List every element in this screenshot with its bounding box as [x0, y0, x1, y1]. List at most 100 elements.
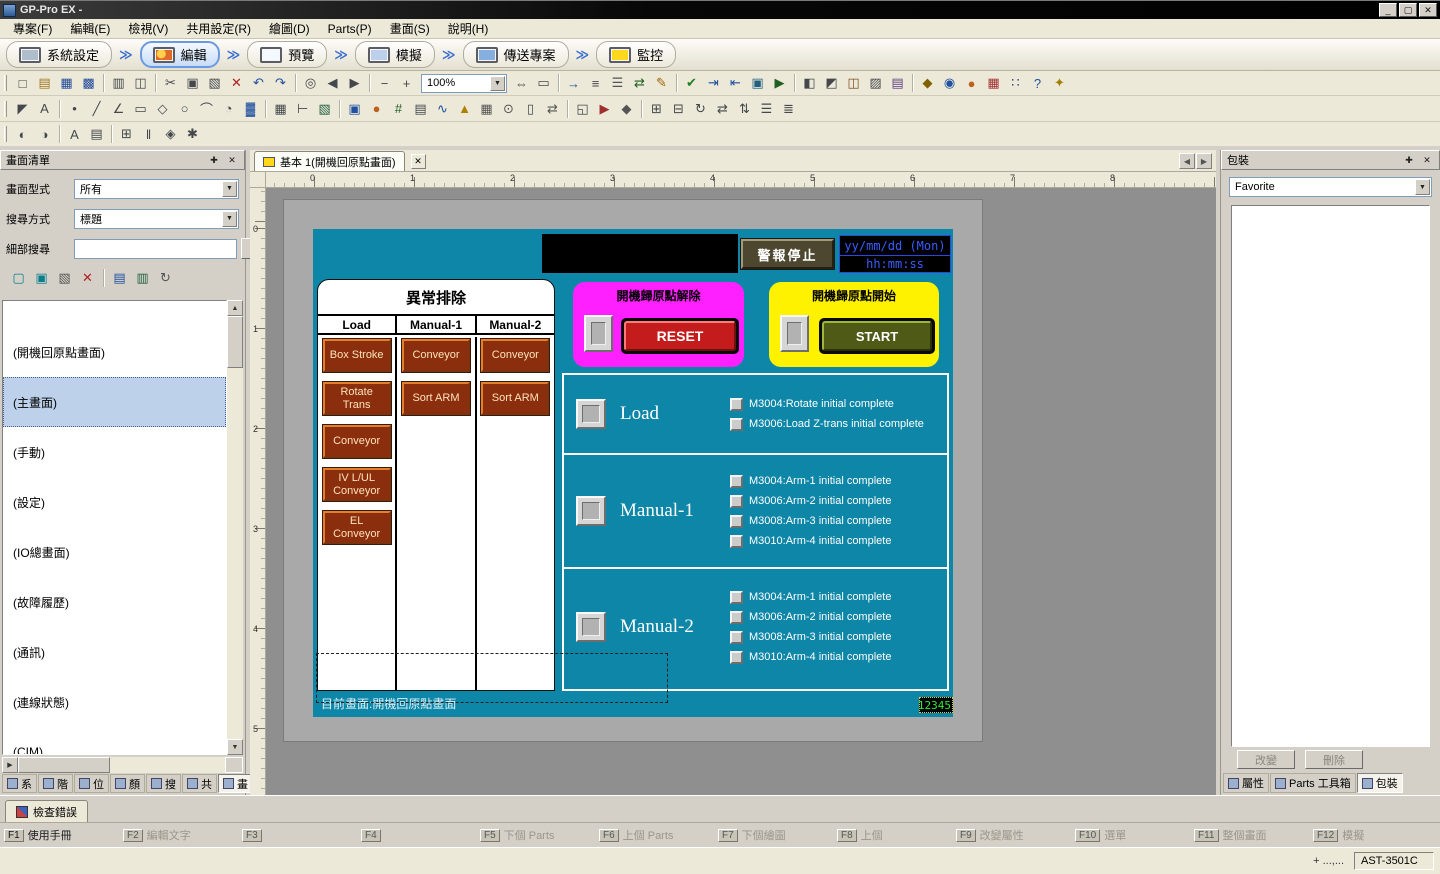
screen-list-item[interactable]: (手動): [3, 427, 226, 477]
select-tool-icon[interactable]: ◤: [12, 98, 33, 119]
fkey-f1[interactable]: F1使用手冊: [4, 827, 123, 843]
copy-screen-icon[interactable]: ▣: [31, 268, 52, 289]
image-tool-icon[interactable]: ▧: [314, 98, 335, 119]
tab-系[interactable]: 系: [2, 774, 37, 793]
tab-屬性[interactable]: 屬性: [1223, 773, 1269, 793]
drawing-canvas[interactable]: 警報停止 yy/mm/dd (Mon) hh:mm:ss 異常排除 LoadMa…: [266, 188, 1216, 795]
screen-preview-icon[interactable]: ▤: [109, 268, 130, 289]
hmi-clear-button[interactable]: Sort ARM: [481, 382, 549, 415]
screen-list-item[interactable]: (CIM): [3, 727, 226, 755]
copy-icon[interactable]: ▣: [182, 73, 203, 94]
hmi-clear-button[interactable]: Sort ARM: [402, 382, 470, 415]
tab-包裝[interactable]: 包裝: [1357, 773, 1403, 793]
close-button[interactable]: ✕: [1419, 3, 1437, 17]
panel-size-grip[interactable]: [225, 757, 243, 773]
screen-list-item[interactable]: (通訊): [3, 627, 226, 677]
search-method-select[interactable]: 標題 ▼: [74, 209, 239, 229]
dropdown-arrow-icon[interactable]: ▼: [222, 211, 237, 227]
flip-vertical-icon[interactable]: ⇅: [734, 98, 755, 119]
tab-Parts 工具箱[interactable]: Parts 工具箱: [1270, 773, 1356, 793]
guide-icon[interactable]: ‖: [138, 124, 159, 145]
tab-close-icon[interactable]: ✕: [411, 154, 426, 169]
favorite-select[interactable]: Favorite ▼: [1229, 177, 1432, 197]
window-part-icon[interactable]: ◱: [572, 98, 593, 119]
hmi-indicator[interactable]: M3010:Arm-4 initial complete: [730, 651, 947, 664]
color-settings-icon[interactable]: ●: [961, 73, 982, 94]
menu-item-3[interactable]: 檢視(V): [119, 18, 177, 39]
screen-list-vertical-scrollbar[interactable]: ▲ ▼: [227, 300, 243, 755]
hmi-trouble-clear-panel[interactable]: 異常排除 LoadManual-1Manual-2 Box StrokeRota…: [317, 279, 555, 691]
file-display-part-icon[interactable]: ▯: [520, 98, 541, 119]
hmi-section-switch[interactable]: [576, 612, 606, 642]
detail-search-input[interactable]: [74, 239, 237, 259]
order-icon[interactable]: ≣: [778, 98, 799, 119]
zoom-in-icon[interactable]: +: [396, 73, 417, 94]
circle-tool-icon[interactable]: ○: [174, 98, 195, 119]
address-icon[interactable]: ☰: [607, 73, 628, 94]
hmi-section-switch[interactable]: [576, 399, 606, 429]
next-screen-icon[interactable]: ▶: [344, 73, 365, 94]
graph-part-icon[interactable]: ∿: [432, 98, 453, 119]
zoom-select[interactable]: 100% ▼: [421, 74, 507, 93]
maximize-button[interactable]: ▢: [1399, 3, 1417, 17]
template-icon[interactable]: ▨: [865, 73, 886, 94]
find-icon[interactable]: ◎: [300, 73, 321, 94]
tab-error-check[interactable]: 檢查錯誤: [5, 800, 88, 822]
time-part-icon[interactable]: ⊙: [498, 98, 519, 119]
special-part-icon[interactable]: ◆: [616, 98, 637, 119]
hmi-indicator[interactable]: M3004:Rotate initial complete: [730, 398, 947, 411]
screen-list-item[interactable]: (連線狀態): [3, 677, 226, 727]
scroll-down-icon[interactable]: ▼: [227, 739, 243, 755]
menu-item-1[interactable]: 專案(F): [4, 18, 61, 39]
menu-item-2[interactable]: 編輯(E): [61, 18, 119, 39]
pin-icon[interactable]: ✚: [1402, 154, 1416, 167]
error-check-toolbar-icon[interactable]: ✔: [681, 73, 702, 94]
table-tool-icon[interactable]: ▦: [270, 98, 291, 119]
pin-icon[interactable]: ✚: [207, 154, 221, 167]
tab-scroll-right-icon[interactable]: ▶: [1196, 153, 1212, 169]
save-icon[interactable]: ▦: [56, 73, 77, 94]
change-button[interactable]: 改變: [1237, 750, 1295, 769]
hmi-clear-button[interactable]: Rotate Trans: [323, 382, 391, 415]
simulate-icon[interactable]: ▶: [769, 73, 790, 94]
hmi-status-table[interactable]: LoadM3004:Rotate initial completeM3006:L…: [562, 373, 949, 691]
screen-list-item[interactable]: (開機回原點畫面): [3, 327, 226, 377]
script-icon[interactable]: ∷: [1005, 73, 1026, 94]
preview-button[interactable]: 預覽: [247, 41, 327, 68]
hmi-indicator[interactable]: M3008:Arm-3 initial complete: [730, 631, 947, 644]
prev-screen-icon[interactable]: ◀: [322, 73, 343, 94]
menu-item-6[interactable]: Parts(P): [319, 20, 381, 38]
close-icon[interactable]: ✕: [225, 154, 239, 167]
dropdown-arrow-icon[interactable]: ▼: [222, 181, 237, 197]
cut-icon[interactable]: ✂: [160, 73, 181, 94]
polygon-tool-icon[interactable]: ◇: [152, 98, 173, 119]
hmi-reset-group[interactable]: 開機歸原點解除 RESET: [573, 282, 744, 367]
tab-位[interactable]: 位: [74, 774, 109, 793]
pie-tool-icon[interactable]: ◔: [218, 98, 239, 119]
screen-page[interactable]: 警報停止 yy/mm/dd (Mon) hh:mm:ss 異常排除 LoadMa…: [283, 199, 983, 742]
hmi-clear-button[interactable]: Box Stroke: [323, 339, 391, 372]
rotate-icon[interactable]: ↻: [690, 98, 711, 119]
help-icon[interactable]: ?: [1027, 73, 1048, 94]
package-list[interactable]: [1231, 205, 1430, 747]
hmi-numeric-display[interactable]: 12345: [919, 697, 953, 713]
dropdown-arrow-icon[interactable]: ▼: [1415, 179, 1430, 195]
selection-marquee[interactable]: [316, 653, 668, 703]
transfer-button[interactable]: 傳送專案: [463, 41, 569, 68]
hmi-clear-button[interactable]: Conveyor: [481, 339, 549, 372]
grid-snap-icon[interactable]: ⊞: [116, 124, 137, 145]
scroll-right-icon[interactable]: ▶: [2, 757, 18, 773]
redo-icon[interactable]: ↷: [270, 73, 291, 94]
date-part-icon[interactable]: ▦: [476, 98, 497, 119]
language-change-icon[interactable]: A: [64, 124, 85, 145]
toolbar-grip[interactable]: [4, 101, 7, 117]
screen-refresh-icon[interactable]: ↻: [155, 268, 176, 289]
hmi-clear-button[interactable]: Conveyor: [402, 339, 470, 372]
close-icon[interactable]: ✕: [1420, 154, 1434, 167]
video-part-icon[interactable]: ▶: [594, 98, 615, 119]
toolbar-grip[interactable]: [4, 75, 7, 91]
dropdown-arrow-icon[interactable]: ▼: [490, 76, 505, 91]
tab-階[interactable]: 階: [38, 774, 73, 793]
hmi-indicator[interactable]: M3010:Arm-4 initial complete: [730, 535, 947, 548]
hmi-indicator[interactable]: M3008:Arm-3 initial complete: [730, 515, 947, 528]
